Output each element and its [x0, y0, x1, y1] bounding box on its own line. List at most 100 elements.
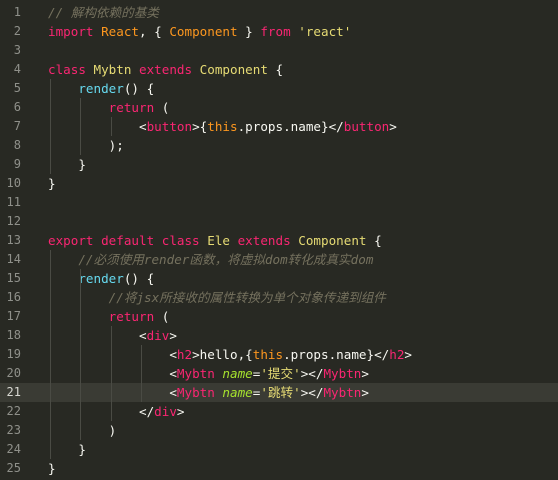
code-line[interactable]: 15 render() {: [0, 269, 558, 288]
code-text: <div>: [48, 326, 177, 345]
code-line[interactable]: 18 <div>: [0, 326, 558, 345]
code-editor[interactable]: 1 // 解构依赖的基类 2 import React, { Component } …: [0, 0, 558, 480]
line-number: 1: [13, 5, 21, 19]
code-token: >: [169, 328, 177, 343]
code-line[interactable]: 3: [0, 41, 558, 60]
line-number: 14: [6, 252, 21, 266]
code-token: <: [48, 347, 177, 362]
code-line[interactable]: 7 <button>{this.props.name}</button>: [0, 117, 558, 136]
code-token: Component: [298, 233, 367, 248]
line-number: 25: [6, 461, 21, 475]
code-token: Component: [199, 62, 268, 77]
code-line[interactable]: 11: [0, 193, 558, 212]
code-text: return (: [48, 307, 170, 326]
code-token: from: [260, 24, 299, 39]
line-number: 23: [6, 423, 21, 437]
code-line[interactable]: 9 }: [0, 155, 558, 174]
code-line[interactable]: 24 }: [0, 440, 558, 459]
code-token: this: [207, 119, 238, 134]
code-token: >: [361, 366, 369, 381]
code-token: React: [101, 24, 139, 39]
line-number: 13: [6, 233, 21, 247]
code-line[interactable]: 21 <Mybtn name='跳转'></Mybtn>: [0, 383, 558, 402]
line-number: 5: [13, 81, 21, 95]
code-token: //必须使用render函数，将虚拟dom转化成真实dom: [78, 252, 374, 267]
code-text: <h2>hello,{this.props.name}</h2>: [48, 345, 412, 364]
code-token: return: [108, 309, 155, 324]
code-line[interactable]: 4 class Mybtn extends Component {: [0, 60, 558, 79]
code-text: }: [48, 459, 56, 478]
code-line[interactable]: 2 import React, { Component } from 'react…: [0, 22, 558, 41]
code-token: // 解构依赖的基类: [48, 5, 159, 20]
code-token: ></: [300, 366, 324, 381]
line-number: 24: [6, 442, 21, 456]
code-token: }: [48, 157, 86, 172]
code-line[interactable]: 12: [0, 212, 558, 231]
code-token: Mybtn: [323, 385, 362, 400]
line-number: 22: [6, 404, 21, 418]
code-token: Component: [169, 24, 238, 39]
code-line[interactable]: 8 );: [0, 136, 558, 155]
line-number: 2: [13, 24, 21, 38]
code-token: () {: [123, 81, 155, 96]
code-token: Mybtn: [176, 385, 223, 400]
code-token: <: [48, 385, 177, 400]
code-token: export default class: [48, 233, 208, 248]
line-number: 15: [6, 271, 21, 285]
code-line[interactable]: 17 return (: [0, 307, 558, 326]
code-token: }: [237, 24, 261, 39]
line-number: 21: [6, 385, 21, 399]
code-token: name: [222, 385, 253, 400]
code-token: Mybtn: [93, 62, 139, 77]
code-token: >: [389, 119, 397, 134]
code-text: return (: [48, 98, 170, 117]
code-line[interactable]: 22 </div>: [0, 402, 558, 421]
code-token: .props.name}</: [237, 119, 344, 134]
code-token: >: [361, 385, 369, 400]
code-token: render: [78, 81, 124, 96]
code-token: render: [78, 271, 124, 286]
code-token: ></: [300, 385, 324, 400]
code-line[interactable]: 13 export default class Ele extends Compo…: [0, 231, 558, 250]
code-token: //将jsx所接收的属性转换为单个对象传递到组件: [108, 290, 386, 305]
indent-guide: [50, 79, 51, 174]
indent-guide: [110, 117, 112, 136]
code-token: Mybtn: [323, 366, 362, 381]
indent-guide: [110, 326, 112, 421]
line-number: 4: [13, 62, 21, 76]
code-line[interactable]: 19 <h2>hello,{this.props.name}</h2>: [0, 345, 558, 364]
code-token: 'react': [298, 24, 352, 39]
code-token: name: [222, 366, 253, 381]
code-line[interactable]: 10}: [0, 174, 558, 193]
code-text: <Mybtn name='提交'></Mybtn>: [48, 364, 369, 383]
code-line[interactable]: 25}: [0, 459, 558, 478]
code-token: h2: [176, 347, 193, 362]
code-token: <: [48, 119, 147, 134]
code-token: button: [343, 119, 390, 134]
line-number: 17: [6, 309, 21, 323]
code-line[interactable]: 23 ): [0, 421, 558, 440]
code-line[interactable]: 5 render() {: [0, 79, 558, 98]
code-line[interactable]: 1 // 解构依赖的基类: [0, 3, 558, 22]
code-token: >: [176, 404, 185, 419]
indent-guide: [141, 345, 143, 402]
code-text: //必须使用render函数，将虚拟dom转化成真实dom: [48, 250, 373, 269]
code-text: class Mybtn extends Component {: [48, 60, 283, 79]
code-token: }: [48, 442, 86, 457]
code-token: () {: [123, 271, 155, 286]
code-text: ): [48, 421, 117, 440]
code-text: <Mybtn name='跳转'></Mybtn>: [48, 383, 369, 402]
code-token: >: [404, 347, 413, 362]
code-token: <: [48, 328, 147, 343]
line-number: 20: [6, 366, 21, 380]
code-line[interactable]: 6 return (: [0, 98, 558, 117]
code-line[interactable]: 14 //必须使用render函数，将虚拟dom转化成真实dom: [0, 250, 558, 269]
indent-guide: [50, 250, 51, 459]
code-token: div: [154, 404, 177, 419]
code-line[interactable]: 20 <Mybtn name='提交'></Mybtn>: [0, 364, 558, 383]
code-line[interactable]: 16 //将jsx所接收的属性转换为单个对象传递到组件: [0, 288, 558, 307]
indent-guide: [80, 269, 82, 440]
code-token: (: [154, 100, 170, 115]
